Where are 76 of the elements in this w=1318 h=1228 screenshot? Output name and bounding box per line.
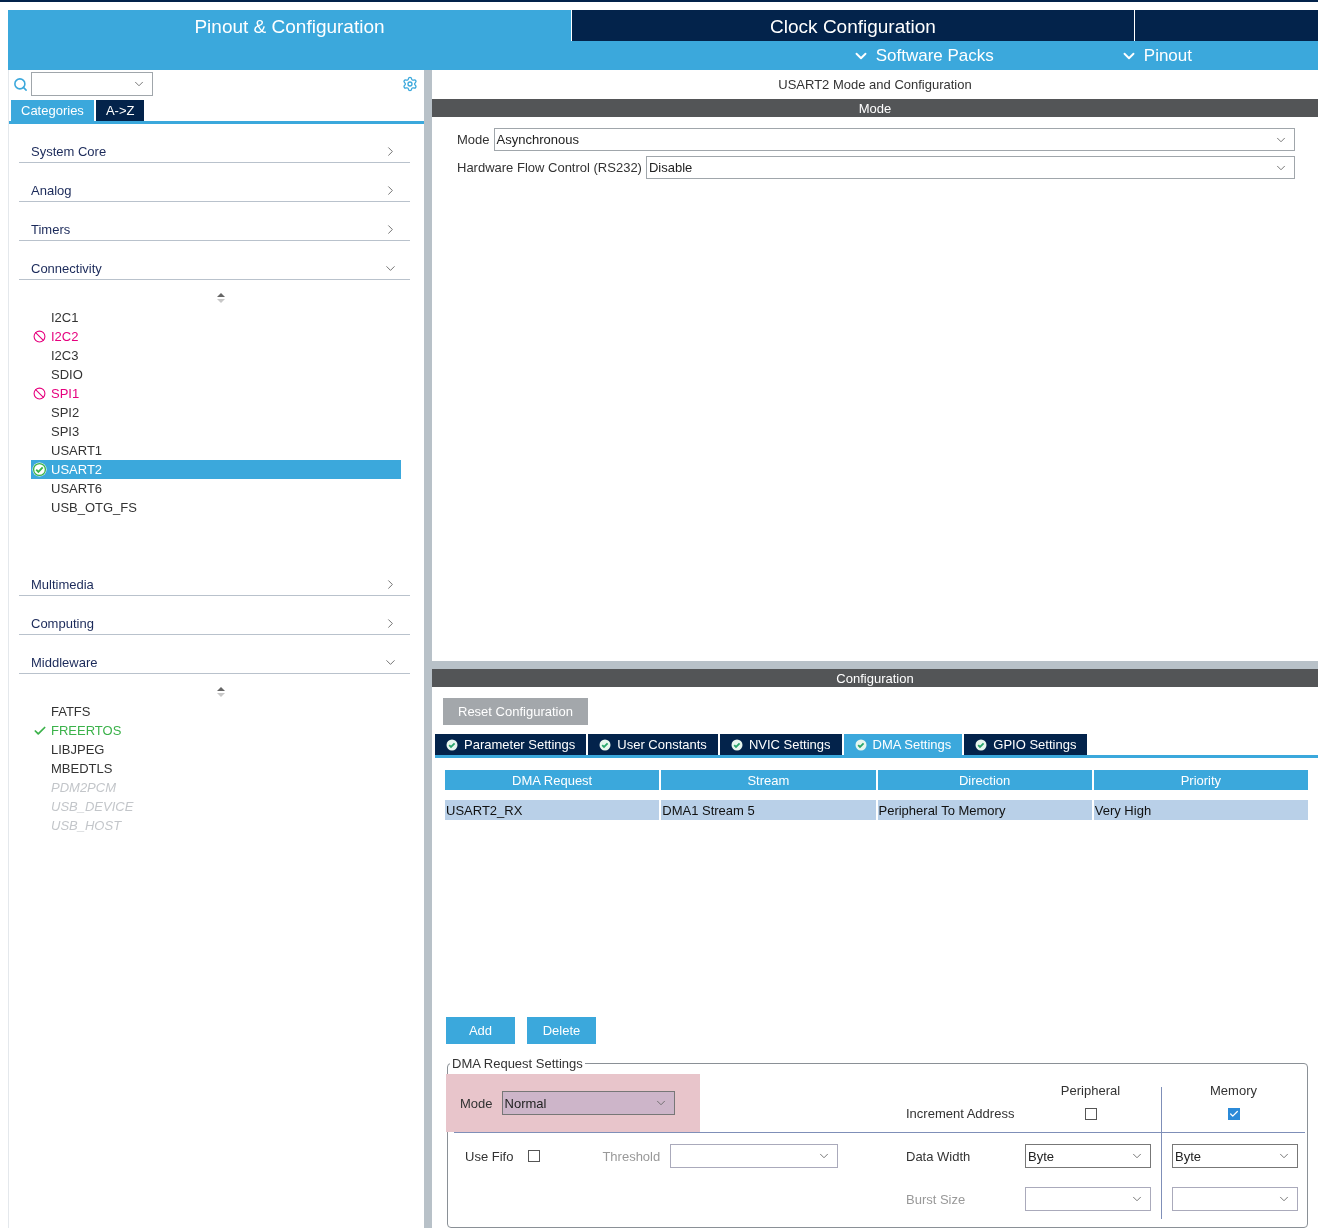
peripheral-item[interactable]: I2C3 bbox=[31, 346, 401, 365]
check-circle-icon bbox=[599, 738, 612, 751]
settings-tab[interactable]: Parameter Settings bbox=[435, 734, 587, 755]
category-label: Connectivity bbox=[31, 261, 102, 276]
column-label: Memory bbox=[1210, 1082, 1257, 1098]
category-row[interactable]: Analog bbox=[19, 163, 410, 202]
settings-tab[interactable]: GPIO Settings bbox=[964, 734, 1088, 755]
peripheral-item[interactable]: I2C2 bbox=[31, 327, 401, 346]
group-title: DMA Request Settings bbox=[451, 1056, 584, 1071]
panel-title: USART2 Mode and Configuration bbox=[777, 76, 973, 94]
checkbox[interactable] bbox=[1084, 1107, 1097, 1120]
check-circle-icon bbox=[975, 738, 988, 751]
category-label: Timers bbox=[31, 222, 71, 237]
section-header: Mode bbox=[432, 99, 1318, 117]
category-label: System Core bbox=[31, 144, 107, 159]
checkbox[interactable] bbox=[1227, 1107, 1240, 1120]
peripheral-item[interactable]: SPI3 bbox=[31, 422, 401, 441]
category-label: Multimedia bbox=[31, 577, 94, 592]
peripheral-item[interactable]: USART1 bbox=[31, 441, 401, 460]
peripheral-item[interactable]: USB_OTG_FS bbox=[31, 498, 401, 517]
check-circle-icon bbox=[32, 462, 47, 477]
category-row[interactable]: Connectivity bbox=[19, 241, 410, 280]
dropdown-field[interactable] bbox=[1025, 1187, 1151, 1211]
header-tab[interactable]: Clock Configuration bbox=[572, 10, 1134, 41]
peripheral-item[interactable]: USART6 bbox=[31, 479, 401, 498]
table-cell[interactable]: Peripheral To Memory bbox=[877, 800, 1092, 820]
category-row[interactable]: Multimedia bbox=[19, 557, 410, 596]
category-label: Middleware bbox=[31, 655, 98, 670]
view-tab[interactable]: A->Z bbox=[95, 100, 145, 121]
blocked-icon bbox=[33, 387, 46, 400]
field-label: Increment Address bbox=[906, 1106, 1015, 1121]
peripheral-item[interactable]: SPI2 bbox=[31, 403, 401, 422]
field-label: Use Fifo bbox=[465, 1148, 514, 1164]
table-cell[interactable]: Very High bbox=[1093, 800, 1308, 820]
category-label: Analog bbox=[31, 183, 72, 198]
peripheral-item[interactable]: MBEDTLS bbox=[31, 759, 401, 778]
check-circle-icon bbox=[446, 738, 458, 751]
category-label: Computing bbox=[31, 616, 94, 631]
settings-icon[interactable] bbox=[402, 76, 418, 92]
field-label: Mode bbox=[457, 132, 490, 147]
column-label: Peripheral bbox=[1060, 1082, 1121, 1098]
field-label: Mode bbox=[460, 1095, 493, 1111]
dropdown-field[interactable]: Disable bbox=[645, 156, 1295, 179]
dropdown-field[interactable]: Asynchronous bbox=[493, 128, 1295, 151]
category-row[interactable]: Timers bbox=[19, 202, 410, 241]
field-label: Threshold bbox=[602, 1148, 661, 1164]
sort-arrows-icon[interactable] bbox=[216, 293, 225, 303]
category-row[interactable]: System Core bbox=[19, 124, 410, 163]
field-label: Data Width bbox=[906, 1148, 971, 1164]
field-label: Burst Size bbox=[906, 1191, 966, 1207]
dropdown-field[interactable] bbox=[1172, 1187, 1298, 1211]
section-header: Configuration bbox=[432, 669, 1318, 687]
dropdown-field[interactable]: Normal bbox=[501, 1091, 675, 1115]
dropdown-field[interactable]: Byte bbox=[1172, 1144, 1298, 1168]
field-label: Hardware Flow Control (RS232) bbox=[457, 160, 642, 175]
sort-arrows-icon[interactable] bbox=[216, 687, 225, 697]
settings-tab[interactable]: User Constants bbox=[588, 734, 718, 755]
scroll-bar[interactable] bbox=[424, 70, 432, 1228]
check-circle-icon bbox=[854, 738, 867, 751]
peripheral-item[interactable]: FATFS bbox=[31, 702, 401, 721]
peripheral-item[interactable]: I2C1 bbox=[31, 308, 401, 327]
peripheral-item[interactable]: LIBJPEG bbox=[31, 740, 401, 759]
checkbox[interactable] bbox=[528, 1150, 541, 1162]
search-combo-field[interactable] bbox=[31, 72, 153, 96]
category-row[interactable]: Computing bbox=[19, 596, 410, 635]
dropdown-field[interactable]: Byte bbox=[1025, 1144, 1151, 1168]
category-row[interactable]: Middleware bbox=[19, 635, 410, 674]
search-icon[interactable] bbox=[13, 76, 28, 92]
blocked-icon bbox=[33, 330, 46, 343]
table-cell[interactable]: USART2_RX bbox=[445, 800, 660, 820]
peripheral-item[interactable]: SDIO bbox=[31, 365, 401, 384]
peripheral-item[interactable]: SPI1 bbox=[31, 384, 401, 403]
check-circle-icon bbox=[730, 738, 743, 751]
dropdown-field[interactable] bbox=[670, 1144, 839, 1168]
table-cell[interactable]: DMA1 Stream 5 bbox=[661, 800, 876, 820]
settings-tab[interactable]: NVIC Settings bbox=[719, 734, 842, 755]
